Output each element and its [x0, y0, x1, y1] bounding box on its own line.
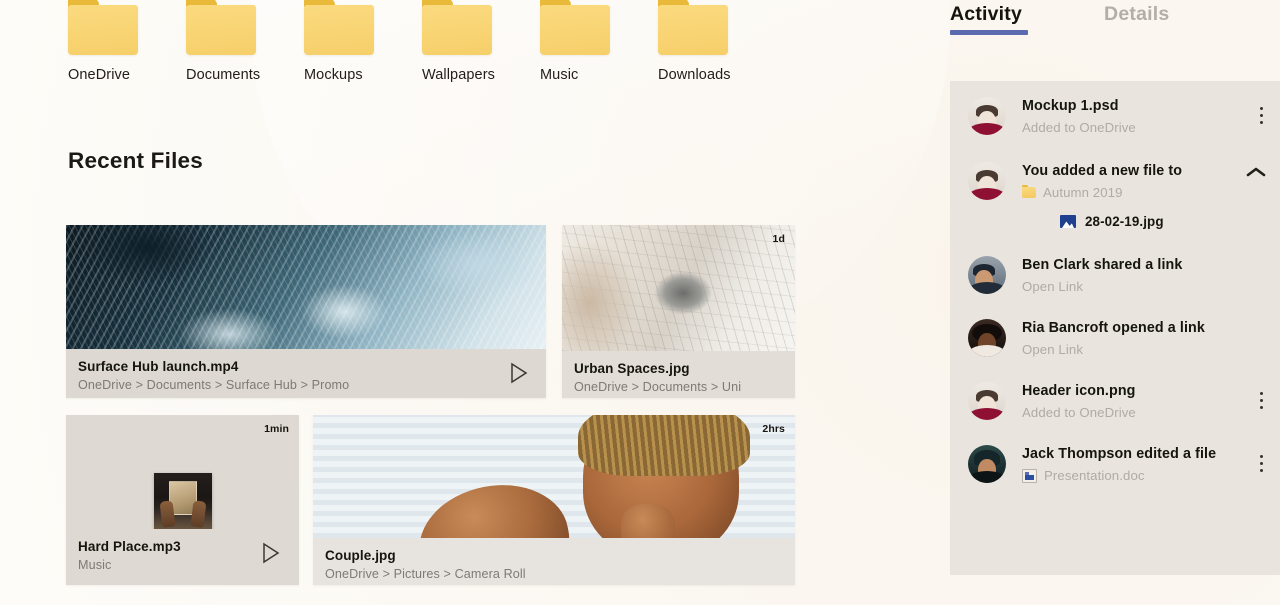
folder-icon	[540, 0, 610, 55]
tab-details-label: Details	[1104, 3, 1170, 25]
kebab-icon[interactable]	[1259, 455, 1263, 472]
file-thumbnail	[66, 225, 546, 349]
file-card-meta: Surface Hub launch.mp4 OneDrive > Docume…	[66, 349, 546, 398]
image-icon	[1060, 215, 1076, 228]
activity-subtitle[interactable]: Open Link	[1022, 278, 1262, 295]
activity-subtitle-text: Open Link	[1022, 342, 1084, 357]
file-card-meta: Urban Spaces.jpg OneDrive > Documents > …	[562, 351, 795, 398]
album-art-thumbnail	[153, 473, 212, 531]
folder-label: Documents	[186, 67, 261, 83]
folder-item-documents[interactable]: Documents	[186, 0, 304, 83]
activity-list-item[interactable]: Ben Clark shared a link Open Link	[950, 229, 1280, 295]
folder-item-onedrive[interactable]: OneDrive	[68, 0, 186, 83]
activity-child-file[interactable]: 28-02-19.jpg	[1060, 214, 1262, 229]
recent-files-heading: Recent Files	[68, 148, 203, 173]
tab-details[interactable]: Details	[1104, 0, 1169, 26]
file-card-surface-hub-launch[interactable]: Surface Hub launch.mp4 OneDrive > Docume…	[66, 225, 546, 398]
file-path: OneDrive > Documents > Surface Hub > Pro…	[78, 378, 350, 392]
folder-icon	[304, 0, 374, 55]
activity-subtitle: Autumn 2019	[1022, 184, 1262, 201]
folder-label: Mockups	[304, 67, 363, 83]
file-path: OneDrive > Documents > Uni	[574, 380, 742, 394]
avatar	[968, 445, 1006, 483]
file-thumbnail	[313, 415, 795, 538]
onedrive-home-screen: OneDrive Documents Mockups Wallpapers Mu…	[0, 0, 1280, 605]
activity-subtitle-text: Presentation.doc	[1044, 468, 1145, 483]
activity-title: Ria Bancroft opened a link	[1022, 320, 1205, 336]
folder-label: OneDrive	[68, 67, 131, 83]
file-card-meta: Couple.jpg OneDrive > Pictures > Camera …	[313, 538, 795, 585]
activity-panel: Activity Details Mockup 1.psd Added to O…	[940, 0, 1280, 605]
activity-title: You added a new file to	[1022, 163, 1183, 179]
activity-title: Mockup 1.psd	[1022, 98, 1119, 114]
file-card-urban-spaces[interactable]: 1d Urban Spaces.jpg OneDrive > Documents…	[562, 225, 795, 398]
avatar	[968, 97, 1006, 135]
play-icon[interactable]	[507, 361, 529, 385]
activity-title: Ben Clark shared a link	[1022, 257, 1183, 273]
folder-label: Music	[540, 67, 579, 83]
activity-list-item[interactable]: Mockup 1.psd Added to OneDrive	[950, 81, 1280, 136]
activity-subtitle[interactable]: Open Link	[1022, 341, 1262, 358]
file-card-hard-place[interactable]: 1min Hard Place.mp3 Music	[66, 415, 299, 585]
activity-subtitle-text: Added to OneDrive	[1022, 405, 1136, 420]
activity-subtitle: Presentation.doc	[1022, 467, 1262, 484]
activity-title: Header icon.png	[1022, 383, 1136, 399]
tab-activity[interactable]: Activity	[950, 0, 1028, 35]
time-badge: 1d	[772, 233, 785, 245]
file-path: Music	[78, 558, 112, 572]
activity-subtitle-text: Added to OneDrive	[1022, 120, 1136, 135]
folder-item-wallpapers[interactable]: Wallpapers	[422, 0, 540, 83]
folder-icon	[68, 0, 138, 55]
main-content: OneDrive Documents Mockups Wallpapers Mu…	[0, 0, 940, 605]
time-badge: 1min	[264, 423, 289, 435]
activity-subtitle-text: Open Link	[1022, 279, 1084, 294]
play-icon[interactable]	[259, 541, 281, 565]
activity-child-file-label: 28-02-19.jpg	[1085, 214, 1164, 229]
folder-icon	[186, 0, 256, 55]
avatar	[968, 319, 1006, 357]
activity-list: Mockup 1.psd Added to OneDrive You added…	[950, 81, 1280, 575]
file-name: Urban Spaces.jpg	[574, 361, 690, 376]
folder-label: Wallpapers	[422, 67, 495, 83]
avatar	[968, 256, 1006, 294]
file-name: Couple.jpg	[325, 548, 396, 563]
folder-icon	[1022, 185, 1036, 198]
file-name: Surface Hub launch.mp4	[78, 359, 239, 374]
folder-label: Downloads	[658, 67, 731, 83]
kebab-icon[interactable]	[1259, 107, 1263, 124]
file-path: OneDrive > Pictures > Camera Roll	[325, 567, 526, 581]
kebab-icon[interactable]	[1259, 392, 1263, 409]
activity-list-item[interactable]: Header icon.png Added to OneDrive	[950, 358, 1280, 421]
folder-item-mockups[interactable]: Mockups	[304, 0, 422, 83]
folder-item-music[interactable]: Music	[540, 0, 658, 83]
activity-list-item[interactable]: You added a new file to Autumn 2019 28-0…	[950, 136, 1280, 229]
file-name: Hard Place.mp3	[78, 539, 181, 554]
folder-icon	[658, 0, 728, 55]
activity-subtitle-text: Autumn 2019	[1043, 185, 1123, 200]
chevron-up-icon[interactable]	[1246, 165, 1266, 183]
file-card-couple[interactable]: 2hrs Couple.jpg OneDrive > Pictures > Ca…	[313, 415, 795, 585]
folder-item-downloads[interactable]: Downloads	[658, 0, 776, 83]
avatar	[968, 162, 1006, 200]
activity-title: Jack Thompson edited a file	[1022, 446, 1217, 462]
doc-icon	[1022, 468, 1037, 483]
activity-subtitle: Added to OneDrive	[1022, 119, 1262, 136]
avatar	[968, 382, 1006, 420]
tab-activity-label: Activity	[950, 3, 1023, 25]
folder-shortcuts-row: OneDrive Documents Mockups Wallpapers Mu…	[68, 0, 776, 83]
folder-icon	[422, 0, 492, 55]
file-thumbnail	[562, 225, 795, 351]
time-badge: 2hrs	[762, 423, 785, 435]
panel-tabs: Activity Details	[950, 0, 1251, 35]
activity-subtitle: Added to OneDrive	[1022, 404, 1262, 421]
activity-list-item[interactable]: Jack Thompson edited a file Presentation…	[950, 421, 1280, 484]
activity-list-item[interactable]: Ria Bancroft opened a link Open Link	[950, 295, 1280, 358]
tab-active-underline	[950, 30, 1028, 35]
